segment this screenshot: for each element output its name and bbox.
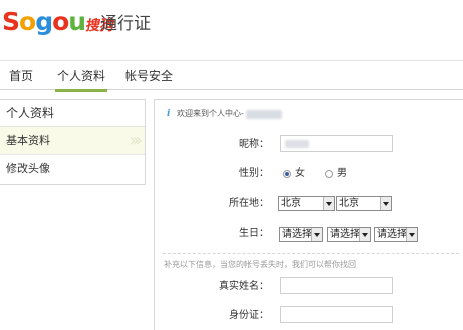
- chevron-right-icon: ›››: [129, 130, 142, 151]
- birthday-year-value: 请选择: [282, 229, 312, 240]
- sogou-logo[interactable]: Sogou 搜狗: [2, 6, 115, 38]
- tab-account-security[interactable]: 帐号安全: [125, 67, 173, 85]
- logo-wordmark: Sogou: [2, 7, 86, 36]
- sidebar-item-label: 基本资料: [6, 134, 50, 147]
- city-select[interactable]: 北京: [336, 196, 392, 211]
- gender-male-label: 男: [337, 168, 347, 179]
- birthday-month-select[interactable]: 请选择: [327, 227, 371, 242]
- info-icon: i: [167, 109, 171, 119]
- header: Sogou 搜狗 通行证: [0, 0, 463, 50]
- divider: [163, 253, 459, 254]
- welcome-message: i 欢迎来到个人中心-: [167, 108, 282, 120]
- city-value: 北京: [339, 198, 359, 209]
- sidebar-item-change-avatar[interactable]: 修改头像: [0, 155, 145, 183]
- birthday-day-select[interactable]: 请选择: [374, 227, 418, 242]
- radio-checked-icon: [283, 170, 291, 178]
- birthday-label: 生日：: [239, 228, 269, 239]
- radio-unchecked-icon: [325, 170, 333, 178]
- birthday-year-select[interactable]: 请选择: [279, 227, 323, 242]
- realname-label: 真实姓名：: [219, 281, 269, 292]
- tab-home[interactable]: 首页: [9, 67, 33, 85]
- blurred-nickname: [285, 140, 309, 148]
- top-nav: 首页 个人资料 帐号安全: [0, 60, 463, 92]
- nickname-input[interactable]: [280, 135, 393, 152]
- nickname-label: 昵称：: [239, 139, 269, 150]
- dropdown-arrow-icon: [311, 228, 322, 241]
- tab-profile[interactable]: 个人资料: [54, 67, 108, 92]
- sidebar-item-label: 修改头像: [6, 162, 50, 175]
- gender-female-radio[interactable]: 女: [283, 167, 305, 181]
- page-title: 通行证: [100, 14, 151, 34]
- sidebar-item-basic-info[interactable]: 基本资料 ›››: [0, 127, 145, 155]
- realname-input[interactable]: [280, 277, 393, 294]
- idcard-label: 身份证：: [229, 310, 269, 321]
- gender-label: 性别：: [239, 168, 269, 179]
- location-label: 所在地：: [229, 198, 269, 209]
- gender-male-radio[interactable]: 男: [325, 167, 347, 181]
- gender-female-label: 女: [295, 168, 305, 179]
- sidebar: 个人资料 基本资料 ››› 修改头像: [0, 99, 146, 185]
- recovery-hint: 补充以下信息，当您的帐号丢失时，我们可以帮你找回: [164, 260, 356, 269]
- province-select[interactable]: 北京: [278, 196, 335, 211]
- dropdown-arrow-icon: [323, 197, 334, 210]
- dropdown-arrow-icon: [406, 228, 417, 241]
- blurred-username: [245, 109, 282, 119]
- sidebar-title: 个人资料: [0, 100, 145, 127]
- province-value: 北京: [281, 198, 301, 209]
- main-panel: i 欢迎来到个人中心- 昵称： 性别： 女 男 所在地： 北京 北京 生日： 请…: [154, 99, 463, 330]
- dropdown-arrow-icon: [380, 197, 391, 210]
- birthday-month-value: 请选择: [330, 229, 360, 240]
- birthday-day-value: 请选择: [377, 229, 407, 240]
- idcard-input[interactable]: [280, 306, 393, 323]
- dropdown-arrow-icon: [359, 228, 370, 241]
- welcome-text: 欢迎来到个人中心-: [177, 109, 244, 118]
